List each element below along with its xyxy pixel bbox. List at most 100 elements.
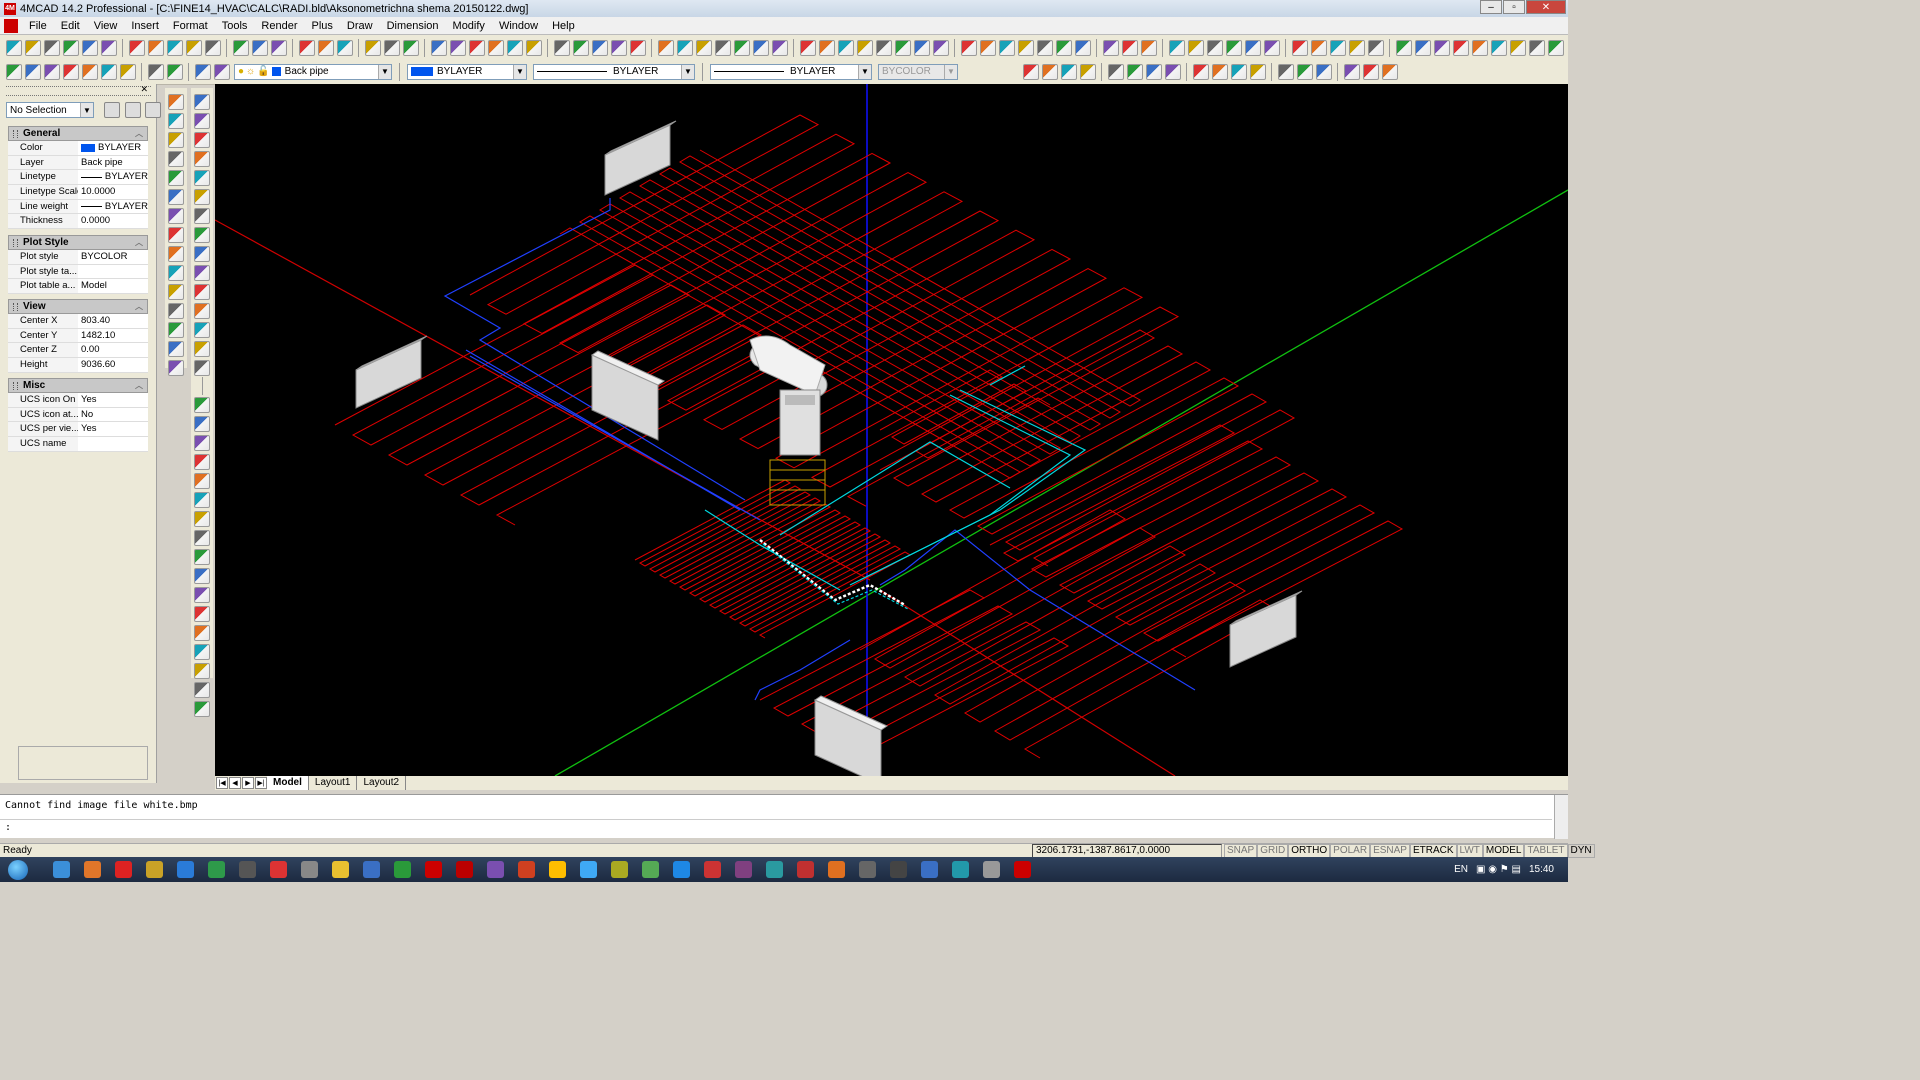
tool-icon[interactable] bbox=[194, 283, 210, 300]
tool-icon[interactable] bbox=[194, 207, 210, 224]
tool-icon[interactable] bbox=[5, 39, 22, 56]
tool-icon[interactable] bbox=[1296, 63, 1313, 80]
taskbar-app-icon[interactable] bbox=[921, 861, 938, 878]
property-value[interactable]: BYLAYER bbox=[78, 170, 148, 185]
property-value[interactable] bbox=[78, 264, 148, 279]
tool-icon[interactable] bbox=[1126, 63, 1143, 80]
property-value[interactable]: Yes bbox=[78, 422, 148, 437]
command-scrollbar[interactable] bbox=[1554, 795, 1568, 839]
tool-icon[interactable] bbox=[298, 39, 315, 56]
tool-icon[interactable] bbox=[1230, 63, 1247, 80]
menu-dimension[interactable]: Dimension bbox=[380, 17, 446, 35]
tool-icon[interactable] bbox=[185, 39, 202, 56]
tool-icon[interactable] bbox=[875, 39, 892, 56]
property-value[interactable]: No bbox=[78, 407, 148, 422]
tool-icon[interactable] bbox=[1211, 63, 1228, 80]
tool-icon[interactable] bbox=[1055, 39, 1072, 56]
tool-icon[interactable] bbox=[24, 39, 41, 56]
tool-icon[interactable] bbox=[194, 681, 210, 698]
property-value[interactable]: 10.0000 bbox=[78, 185, 148, 199]
tool-icon[interactable] bbox=[119, 63, 136, 80]
toggle-ortho[interactable]: ORTHO bbox=[1288, 844, 1331, 858]
property-row[interactable]: Center X 803.40 bbox=[8, 314, 148, 329]
tool-icon[interactable] bbox=[1036, 39, 1053, 56]
taskbar-app-icon[interactable] bbox=[270, 861, 287, 878]
tool-icon[interactable] bbox=[1225, 39, 1242, 56]
tool-icon[interactable] bbox=[194, 131, 210, 148]
tool-icon[interactable] bbox=[932, 39, 949, 56]
tool-icon[interactable] bbox=[168, 169, 184, 186]
tool-icon[interactable] bbox=[1381, 63, 1398, 80]
tool-icon[interactable] bbox=[1074, 39, 1091, 56]
tool-icon[interactable] bbox=[506, 39, 523, 56]
property-row[interactable]: UCS icon at... No bbox=[8, 407, 148, 423]
toggle-model[interactable]: MODEL bbox=[1482, 844, 1525, 858]
property-value[interactable]: BYLAYER bbox=[78, 199, 148, 214]
property-value[interactable]: 803.40 bbox=[78, 314, 148, 328]
tool-icon[interactable] bbox=[168, 207, 184, 224]
section-header[interactable]: Plot Style ︿ bbox=[8, 235, 148, 250]
taskbar-app-icon[interactable] bbox=[239, 861, 256, 878]
color-combo[interactable]: BYLAYER ▼ bbox=[407, 63, 527, 80]
tool-icon[interactable] bbox=[100, 39, 117, 56]
chevron-down-icon[interactable]: ▼ bbox=[944, 64, 957, 79]
tool-icon[interactable] bbox=[194, 548, 210, 565]
collapse-icon[interactable]: ︿ bbox=[135, 128, 143, 139]
tool-icon[interactable] bbox=[194, 624, 210, 641]
property-row[interactable]: Center Y 1482.10 bbox=[8, 328, 148, 344]
tool-icon[interactable] bbox=[1343, 63, 1360, 80]
tool-icon[interactable] bbox=[168, 131, 184, 148]
tool-icon[interactable] bbox=[194, 700, 210, 717]
tool-icon[interactable] bbox=[487, 39, 504, 56]
tool-icon[interactable] bbox=[270, 39, 287, 56]
tool-icon[interactable] bbox=[1206, 39, 1223, 56]
menu-insert[interactable]: Insert bbox=[124, 17, 166, 35]
tool-icon[interactable] bbox=[1490, 39, 1507, 56]
tool-icon[interactable] bbox=[24, 63, 41, 80]
tool-icon[interactable] bbox=[168, 340, 184, 357]
menu-draw[interactable]: Draw bbox=[340, 17, 380, 35]
property-row[interactable]: Color BYLAYER bbox=[8, 141, 148, 156]
property-row[interactable]: Linetype BYLAYER bbox=[8, 170, 148, 186]
tool-icon[interactable] bbox=[383, 39, 400, 56]
tool-icon[interactable] bbox=[128, 39, 145, 56]
tool-icon[interactable] bbox=[1367, 39, 1384, 56]
tool-icon[interactable] bbox=[147, 63, 164, 80]
taskbar-app-icon[interactable] bbox=[549, 861, 566, 878]
property-row[interactable]: Thickness 0.0000 bbox=[8, 214, 148, 230]
tool-icon[interactable] bbox=[1022, 63, 1039, 80]
tool-icon[interactable] bbox=[336, 39, 353, 56]
tool-icon[interactable] bbox=[1145, 63, 1162, 80]
tool-icon[interactable] bbox=[100, 63, 117, 80]
tool-icon[interactable] bbox=[837, 39, 854, 56]
taskbar-app-icon[interactable] bbox=[425, 861, 442, 878]
taskbar-app-icon[interactable] bbox=[84, 861, 101, 878]
tool-icon[interactable] bbox=[194, 605, 210, 622]
tool-icon[interactable] bbox=[1041, 63, 1058, 80]
menu-render[interactable]: Render bbox=[254, 17, 304, 35]
taskbar-app-icon[interactable] bbox=[301, 861, 318, 878]
tool-icon[interactable] bbox=[194, 510, 210, 527]
taskbar-app-icon[interactable] bbox=[983, 861, 1000, 878]
tool-icon[interactable] bbox=[168, 112, 184, 129]
tool-icon[interactable] bbox=[1187, 39, 1204, 56]
tool-icon[interactable] bbox=[1315, 63, 1332, 80]
tool-icon[interactable] bbox=[194, 453, 210, 470]
taskbar-app-icon[interactable] bbox=[642, 861, 659, 878]
menu-edit[interactable]: Edit bbox=[54, 17, 87, 35]
menu-format[interactable]: Format bbox=[166, 17, 215, 35]
tool-icon[interactable] bbox=[194, 63, 211, 80]
tab-model[interactable]: Model bbox=[267, 776, 309, 790]
property-value[interactable]: 9036.60 bbox=[78, 358, 148, 372]
tool-icon[interactable] bbox=[430, 39, 447, 56]
chevron-down-icon[interactable]: ▼ bbox=[513, 64, 526, 79]
tool-icon[interactable] bbox=[402, 39, 419, 56]
section-header[interactable]: Misc ︿ bbox=[8, 378, 148, 393]
property-row[interactable]: Layer Back pipe bbox=[8, 155, 148, 171]
tab-layout2[interactable]: Layout2 bbox=[357, 776, 407, 790]
tool-icon[interactable] bbox=[204, 39, 221, 56]
tool-icon[interactable] bbox=[168, 245, 184, 262]
collapse-icon[interactable]: ︿ bbox=[135, 380, 143, 391]
tool-icon[interactable] bbox=[168, 150, 184, 167]
tool-icon[interactable] bbox=[610, 39, 627, 56]
